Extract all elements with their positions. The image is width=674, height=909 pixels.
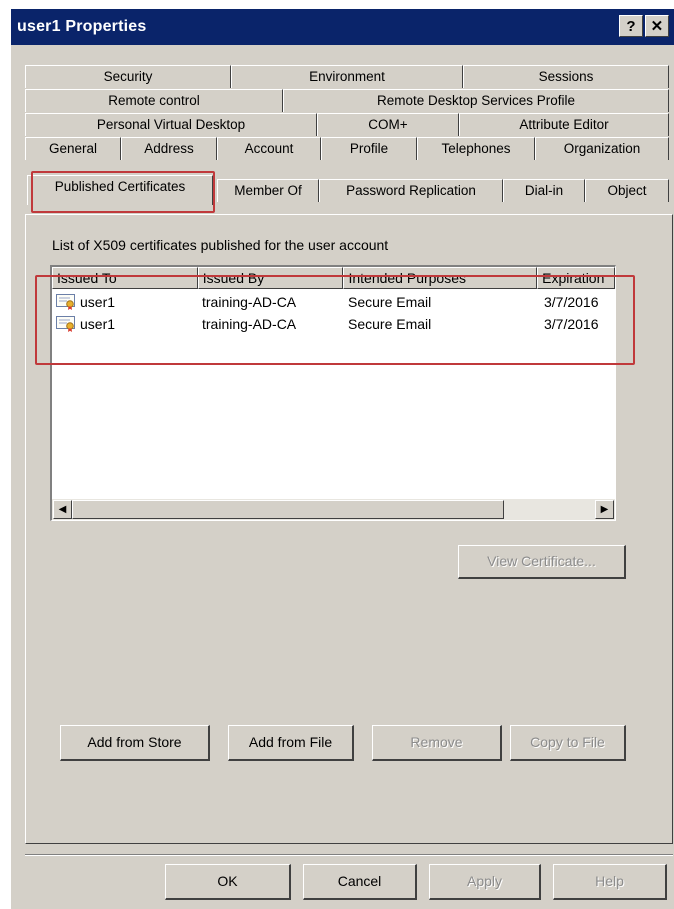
certificate-icon (56, 316, 76, 332)
horizontal-scrollbar[interactable]: ◀ ▶ (52, 499, 615, 520)
tab-dial-in[interactable]: Dial-in (503, 179, 585, 202)
close-button[interactable]: ✕ (645, 15, 669, 37)
tab-published-certificates[interactable]: Published Certificates (27, 175, 213, 205)
ok-button[interactable]: OK (165, 864, 291, 900)
tab-password-replication[interactable]: Password Replication (319, 179, 503, 202)
cell-expiration: 3/7/2016 (544, 294, 599, 310)
remove-button[interactable]: Remove (372, 725, 502, 761)
scroll-left-arrow-icon[interactable]: ◀ (53, 500, 72, 519)
column-issued-by[interactable]: Issued By (197, 267, 344, 289)
tab-com-plus[interactable]: COM+ (317, 113, 459, 136)
list-header: Issued To Issued By Intended Purposes Ex… (52, 267, 615, 289)
cell-issued-to: user1 (80, 294, 116, 310)
list-item[interactable]: user1 training-AD-CA Secure Email 3/7/20… (52, 291, 615, 313)
column-expiration[interactable]: Expiration (537, 267, 615, 289)
cell-intended-purposes: Secure Email (348, 316, 432, 332)
tab-address[interactable]: Address (121, 137, 217, 160)
tab-security[interactable]: Security (25, 65, 231, 88)
footer-divider (25, 854, 673, 856)
apply-button[interactable]: Apply (429, 864, 541, 900)
tab-sessions[interactable]: Sessions (463, 65, 669, 88)
help-button[interactable]: ? (619, 15, 643, 37)
cell-issued-by: training-AD-CA (202, 294, 297, 310)
tab-profile[interactable]: Profile (321, 137, 417, 160)
tab-object[interactable]: Object (585, 179, 669, 202)
list-item[interactable]: user1 training-AD-CA Secure Email 3/7/20… (52, 313, 615, 335)
cell-issued-to: user1 (80, 316, 116, 332)
scroll-right-arrow-icon[interactable]: ▶ (595, 500, 614, 519)
certificates-list[interactable]: Issued To Issued By Intended Purposes Ex… (50, 265, 616, 521)
add-from-file-button[interactable]: Add from File (228, 725, 354, 761)
certificates-caption: List of X509 certificates published for … (52, 237, 389, 253)
add-from-store-button[interactable]: Add from Store (60, 725, 210, 761)
properties-dialog: user1 Properties ? ✕ Security Environmen… (10, 8, 674, 909)
tab-account[interactable]: Account (217, 137, 321, 160)
dialog-title: user1 Properties (17, 18, 147, 35)
view-certificate-button[interactable]: View Certificate... (458, 545, 626, 579)
tab-personal-virtual-desktop[interactable]: Personal Virtual Desktop (25, 113, 317, 136)
tab-general[interactable]: General (25, 137, 121, 160)
cancel-button[interactable]: Cancel (303, 864, 417, 900)
column-issued-to[interactable]: Issued To (52, 267, 198, 289)
tab-remote-control[interactable]: Remote control (25, 89, 283, 112)
certificate-icon (56, 294, 76, 310)
tab-telephones[interactable]: Telephones (417, 137, 535, 160)
help-footer-button[interactable]: Help (553, 864, 667, 900)
tab-remote-desktop-services-profile[interactable]: Remote Desktop Services Profile (283, 89, 669, 112)
column-intended-purposes[interactable]: Intended Purposes (343, 267, 538, 289)
cell-intended-purposes: Secure Email (348, 294, 432, 310)
cell-issued-by: training-AD-CA (202, 316, 297, 332)
tab-organization[interactable]: Organization (535, 137, 669, 160)
cell-expiration: 3/7/2016 (544, 316, 599, 332)
scrollbar-thumb[interactable] (72, 500, 504, 519)
copy-to-file-button[interactable]: Copy to File (510, 725, 626, 761)
title-bar[interactable]: user1 Properties ? ✕ (11, 9, 674, 45)
tab-environment[interactable]: Environment (231, 65, 463, 88)
published-certificates-panel: List of X509 certificates published for … (25, 214, 673, 844)
tab-member-of[interactable]: Member Of (217, 179, 319, 202)
tab-attribute-editor[interactable]: Attribute Editor (459, 113, 669, 136)
